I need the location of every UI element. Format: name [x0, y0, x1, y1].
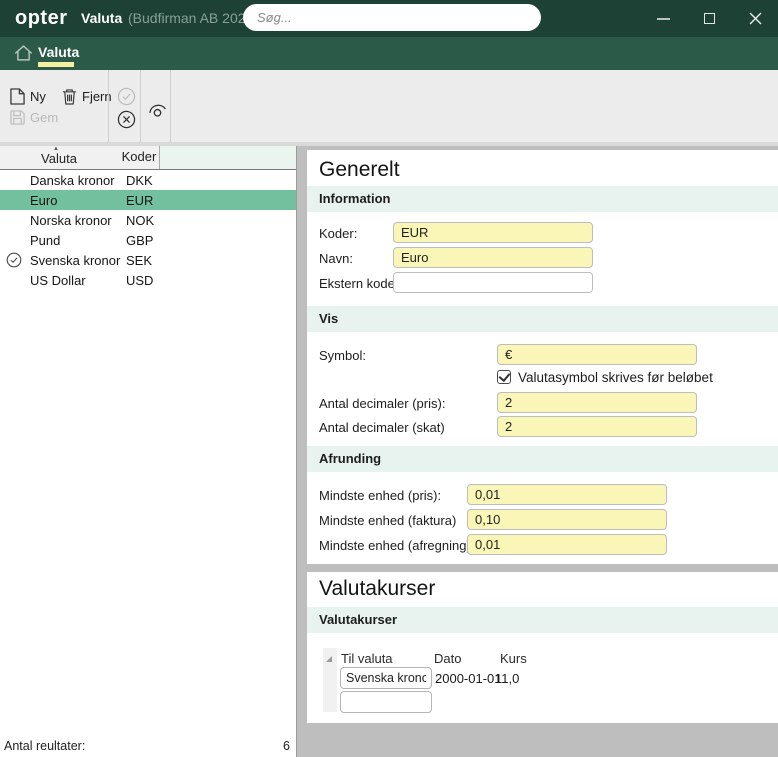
symbol-field[interactable] [497, 344, 697, 365]
section-vis: Vis [307, 306, 778, 332]
result-count-value: 6 [283, 739, 290, 753]
confirm-button[interactable] [117, 87, 136, 106]
antal-decimaler-pris-label: Antal decimaler (pris): [319, 396, 446, 411]
valutasymbol-checkbox[interactable] [497, 370, 511, 384]
til-valuta-field-row1[interactable] [340, 667, 432, 689]
kurs-cell-row1: 11,0 [495, 671, 520, 686]
window-page-title: Valuta [81, 10, 123, 26]
antal-decimaler-skat-field[interactable] [497, 416, 697, 437]
toolbar-separator [170, 70, 171, 142]
antal-decimaler-pris-field[interactable] [497, 392, 697, 413]
tab-bar: Valuta [0, 37, 778, 70]
navn-label: Navn: [319, 251, 353, 266]
dato-cell-row1: 2000-01-01 [435, 671, 502, 686]
result-count-label: Antal reultater: [4, 739, 86, 753]
maximize-icon [703, 13, 715, 24]
valutakurser-panel: Valutakurser Valutakurser Til valuta Dat… [307, 572, 778, 723]
toolbar-separator [108, 70, 109, 142]
company-name: (Budfirman AB 2025 [128, 10, 244, 26]
cancel-button[interactable] [117, 110, 136, 129]
trash-icon [62, 89, 77, 105]
status-bar: Antal reultater: 6 [0, 735, 296, 757]
currency-row-eur-selected[interactable]: Euro EUR [0, 190, 296, 210]
check-circle-icon [6, 252, 22, 268]
close-button[interactable] [732, 0, 778, 37]
koder-field[interactable] [393, 222, 593, 243]
generelt-panel: Generelt Information Koder: Navn: Ekster… [307, 150, 778, 564]
kurs-column-dato[interactable]: Dato [434, 651, 461, 666]
section-information: Information [307, 186, 778, 212]
currency-row-sek[interactable]: Svenska kronor SEK [0, 250, 296, 270]
column-header-empty [159, 146, 296, 169]
til-valuta-field-row2[interactable] [340, 691, 432, 713]
close-icon [749, 12, 761, 25]
toolbar-separator [140, 70, 141, 142]
section-valutakurser: Valutakurser [307, 607, 778, 633]
koder-label: Koder: [319, 226, 358, 241]
search-input[interactable] [243, 4, 541, 31]
currency-row-gbp[interactable]: Pund GBP [0, 230, 296, 250]
titlebar: opter Valuta (Budfirman AB 2025 [0, 0, 778, 37]
currency-row-nok[interactable]: Norska kronor NOK [0, 210, 296, 230]
new-button-label: Ny [30, 89, 46, 104]
section-afrunding: Afrunding [307, 446, 778, 472]
valutasymbol-checkbox-label: Valutasymbol skrives før beløbet [518, 370, 713, 385]
column-header-koder[interactable]: Koder [118, 149, 160, 164]
active-tab-indicator [38, 62, 74, 67]
check-circle-icon [117, 87, 136, 106]
x-circle-icon [117, 110, 136, 129]
ekstern-kode-field[interactable] [393, 272, 593, 293]
antal-decimaler-skat-label: Antal decimaler (skat) [319, 420, 445, 435]
mindste-enhed-pris-label: Mindste enhed (pris): [319, 488, 442, 503]
generelt-title: Generelt [319, 158, 400, 181]
maximize-button[interactable] [686, 0, 732, 37]
new-button[interactable]: Ny [10, 88, 46, 105]
opter-logo: opter [15, 7, 68, 29]
kurs-table-row-gutter [323, 648, 337, 712]
currency-list-panel: ▲ Valuta Koder Danska kronor DKK Euro EU… [0, 146, 297, 757]
valutakurser-title: Valutakurser [319, 577, 436, 600]
preview-button[interactable] [147, 101, 168, 118]
toolbar: Ny Fjern Gem [0, 70, 778, 146]
row-selector-icon [326, 656, 332, 662]
currency-row-usd[interactable]: US Dollar USD [0, 270, 296, 290]
minimize-button[interactable] [640, 0, 686, 37]
window-controls [640, 0, 778, 37]
remove-button[interactable]: Fjern [62, 88, 112, 105]
eye-icon [149, 104, 166, 117]
ekstern-kode-label: Ekstern kode: [319, 276, 399, 291]
mindste-enhed-afregning-label: Mindste enhed (afregning): [319, 538, 475, 553]
save-button[interactable]: Gem [10, 110, 58, 125]
kurs-column-kurs[interactable]: Kurs [500, 651, 527, 666]
floppy-disk-icon [10, 110, 25, 125]
home-icon[interactable] [14, 44, 33, 62]
save-button-label: Gem [30, 110, 59, 125]
navn-field[interactable] [393, 247, 593, 268]
column-header-valuta[interactable]: Valuta [0, 151, 118, 166]
mindste-enhed-afregning-field[interactable] [467, 534, 667, 555]
currency-row-dkk[interactable]: Danska kronor DKK [0, 170, 296, 190]
currency-table-header: ▲ Valuta Koder [0, 146, 296, 170]
kurs-column-til-valuta[interactable]: Til valuta [341, 651, 393, 666]
symbol-label: Symbol: [319, 348, 366, 363]
mindste-enhed-pris-field[interactable] [467, 484, 667, 505]
mindste-enhed-faktura-field[interactable] [467, 509, 667, 530]
new-document-icon [10, 88, 25, 105]
mindste-enhed-faktura-label: Mindste enhed (faktura) [319, 513, 457, 528]
minimize-icon [656, 17, 670, 20]
app-window: opter Valuta (Budfirman AB 2025 Valuta N… [0, 0, 778, 757]
